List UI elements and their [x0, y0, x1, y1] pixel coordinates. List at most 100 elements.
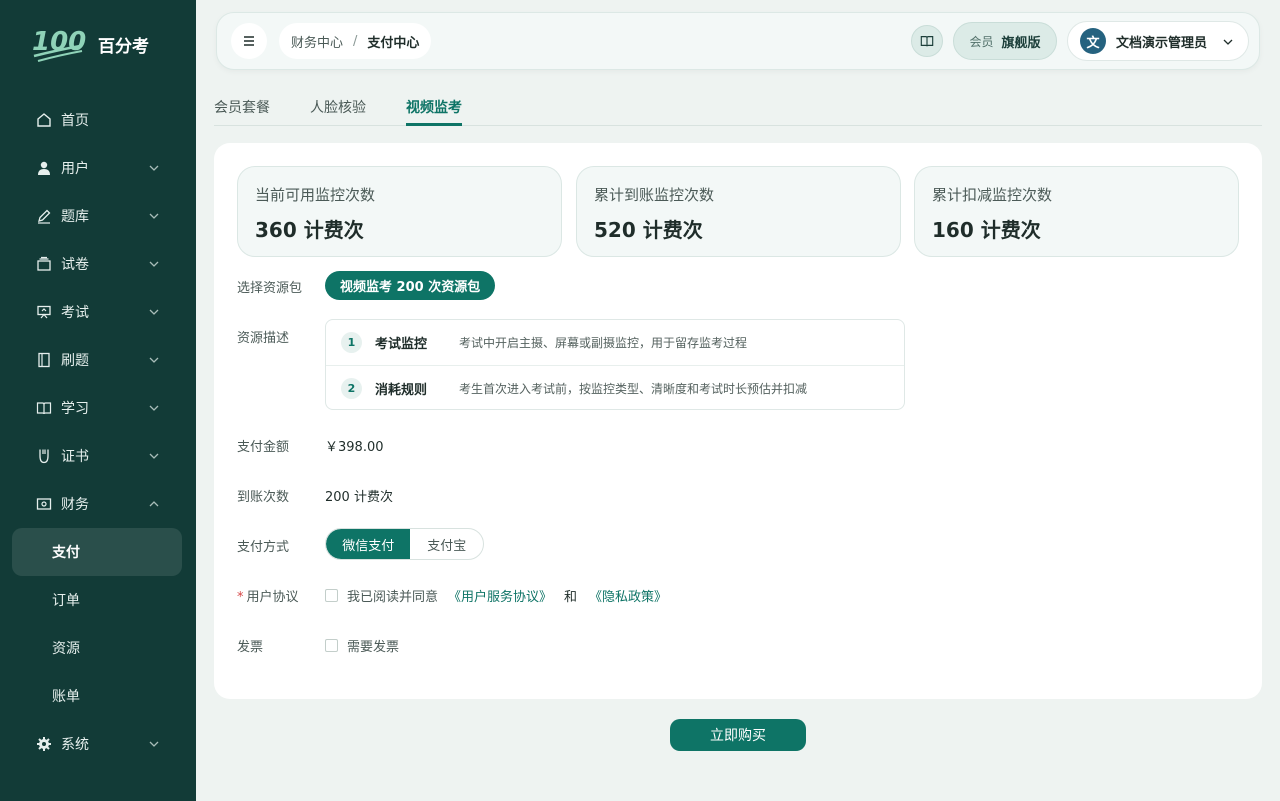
breadcrumb-current: 支付中心	[367, 35, 420, 51]
agreement-checkbox[interactable]	[325, 589, 338, 602]
invoice-text: 需要发票	[347, 640, 400, 655]
top-header: 财务中心 / 支付中心 会员 旗舰版 文 文档演示管理员	[216, 12, 1260, 70]
invoice-row: 需要发票	[325, 636, 399, 655]
payment-method-selector: 微信支付 支付宝	[325, 528, 484, 560]
desc-text: 考生首次进入考试前，按监控类型、清晰度和考试时长预估并扣减	[459, 381, 808, 396]
stat-value: 520 计费次	[594, 218, 703, 242]
agreement-label-text: 用户协议	[246, 590, 299, 605]
chevron-down-icon	[149, 261, 159, 267]
step-number: 2	[341, 377, 362, 399]
gear-icon	[36, 736, 52, 752]
book-open-icon	[920, 36, 934, 47]
method-label: 支付方式	[237, 540, 290, 555]
payment-card: 当前可用监控次数 360 计费次 累计到账监控次数 520 计费次 累计扣减监控…	[214, 143, 1262, 699]
sidebar-item-certificates[interactable]: 证书	[0, 432, 196, 480]
user-icon	[36, 160, 52, 176]
sidebar-item-label: 系统	[61, 737, 89, 753]
chevron-down-icon	[149, 453, 159, 459]
breadcrumb-item[interactable]: 财务中心	[291, 32, 343, 51]
resource-description: 1 考试监控 考试中开启主摄、屏幕或副摄监控，用于留存监考过程 2 消耗规则 考…	[325, 319, 905, 410]
count-value: 200 计费次	[325, 490, 393, 505]
sidebar-subitem-orders[interactable]: 订单	[0, 576, 196, 624]
member-tier: 旗舰版	[1001, 35, 1041, 51]
sidebar-item-home[interactable]: 首页	[0, 96, 196, 144]
chevron-down-icon	[149, 309, 159, 315]
sidebar-subitem-payment[interactable]: 支付	[12, 528, 182, 576]
sidebar-item-label: 刷题	[61, 353, 89, 369]
stat-value: 160 计费次	[932, 218, 1041, 242]
sidebar-item-papers[interactable]: 试卷	[0, 240, 196, 288]
sidebar-item-label: 财务	[61, 497, 89, 513]
count-label: 到账次数	[237, 490, 290, 505]
stat-value: 360 计费次	[255, 218, 364, 242]
sidebar-item-question-bank[interactable]: 题库	[0, 192, 196, 240]
logo[interactable]: 100 百分考	[30, 24, 149, 64]
sidebar-item-finance[interactable]: 财务	[0, 480, 196, 528]
book-open-icon	[36, 400, 52, 416]
sidebar-item-system[interactable]: 系统	[0, 720, 196, 768]
agreement-and: 和	[564, 590, 578, 605]
sidebar-item-label: 用户	[61, 161, 89, 177]
invoice-checkbox[interactable]	[325, 639, 338, 652]
stat-label: 累计扣减监控次数	[932, 186, 1053, 204]
sidebar-item-label: 试卷	[61, 257, 89, 273]
wallet-icon	[36, 496, 52, 512]
chevron-down-icon	[149, 213, 159, 219]
notebook-icon	[36, 352, 52, 368]
desc-row: 2 消耗规则 考生首次进入考试前，按监控类型、清晰度和考试时长预估并扣减	[326, 365, 904, 410]
sidebar-subitem-bills[interactable]: 账单	[0, 672, 196, 720]
desc-label: 资源描述	[237, 331, 290, 346]
edit-icon	[36, 208, 52, 224]
sidebar-item-label: 学习	[61, 401, 89, 417]
package-label: 选择资源包	[237, 281, 303, 296]
badge-icon	[36, 448, 52, 464]
breadcrumb: 财务中心 / 支付中心	[279, 23, 432, 59]
stat-label: 累计到账监控次数	[594, 186, 715, 204]
tab-bar: 会员套餐 人脸核验 视频监考	[214, 96, 1262, 126]
sidebar-subitem-resources[interactable]: 资源	[0, 624, 196, 672]
desc-text: 考试中开启主摄、屏幕或副摄监控，用于留存监考过程	[459, 336, 748, 350]
chevron-down-icon	[149, 741, 159, 747]
user-name: 文档演示管理员	[1116, 35, 1208, 51]
desc-row: 1 考试监控 考试中开启主摄、屏幕或副摄监控，用于留存监考过程	[326, 320, 904, 365]
wechat-pay-option[interactable]: 微信支付	[326, 529, 411, 559]
logo-mark: 100	[30, 24, 86, 64]
tab-face-verification[interactable]: 人脸核验	[310, 96, 366, 126]
required-mark: *	[237, 590, 244, 605]
sidebar-item-learning[interactable]: 学习	[0, 384, 196, 432]
layers-icon	[36, 256, 52, 272]
amount-label: 支付金额	[237, 440, 290, 455]
chevron-down-icon	[149, 165, 159, 171]
avatar: 文	[1080, 28, 1106, 54]
sidebar-item-label: 考试	[61, 305, 89, 321]
stat-label: 当前可用监控次数	[255, 186, 376, 204]
step-number: 1	[341, 332, 362, 353]
menu-icon	[244, 36, 254, 46]
sidebar-item-label: 题库	[61, 209, 89, 225]
sidebar-item-practice[interactable]: 刷题	[0, 336, 196, 384]
service-agreement-link[interactable]: 《用户服务协议》	[448, 586, 552, 605]
logo-icon: 100	[32, 27, 86, 62]
invoice-label: 发票	[237, 640, 264, 655]
breadcrumb-separator: /	[353, 33, 358, 49]
menu-toggle-button[interactable]	[231, 23, 267, 59]
docs-button[interactable]	[911, 25, 943, 57]
privacy-policy-link[interactable]: 《隐私政策》	[589, 586, 667, 605]
desc-title: 考试监控	[375, 337, 428, 352]
sidebar-item-exams[interactable]: 考试	[0, 288, 196, 336]
stat-available: 当前可用监控次数 360 计费次	[237, 166, 562, 257]
tab-membership[interactable]: 会员套餐	[214, 96, 270, 126]
buy-now-button[interactable]: 立即购买	[670, 719, 806, 751]
package-option[interactable]: 视频监考 200 次资源包	[325, 271, 496, 300]
sidebar-item-label: 证书	[61, 449, 89, 465]
presentation-icon	[36, 304, 52, 320]
alipay-option[interactable]: 支付宝	[410, 529, 483, 559]
membership-badge[interactable]: 会员 旗舰版	[953, 22, 1057, 60]
chevron-down-icon	[149, 405, 159, 411]
sidebar-nav: 首页 用户 题库 试卷 考试 刷题 学习 证书 财务 支付 订单 资源 账单 系…	[0, 96, 196, 768]
tab-video-proctoring[interactable]: 视频监考	[406, 96, 462, 126]
user-menu[interactable]: 文 文档演示管理员	[1067, 21, 1249, 61]
chevron-down-icon	[149, 357, 159, 363]
sidebar: 100 百分考 首页 用户 题库 试卷 考试 刷题 学习 证书 财务 支付 订单…	[0, 0, 196, 801]
sidebar-item-users[interactable]: 用户	[0, 144, 196, 192]
